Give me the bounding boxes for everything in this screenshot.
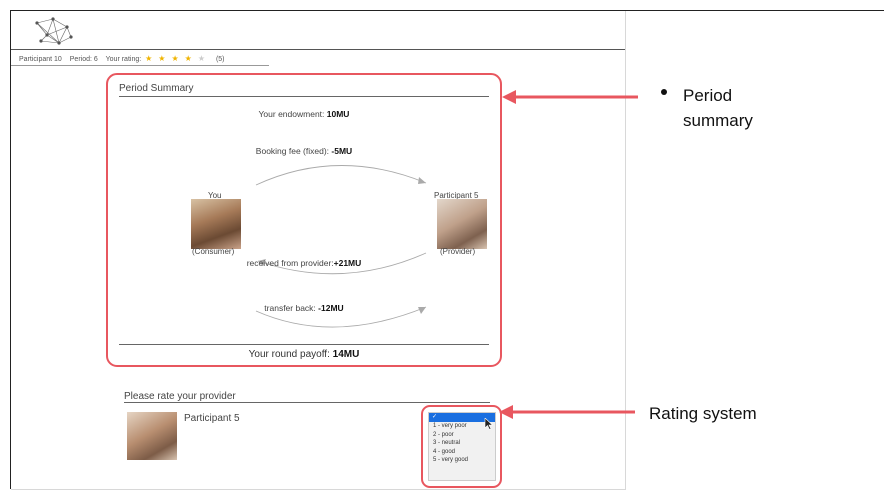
- transfer-line: transfer back: -12MU: [108, 303, 500, 313]
- payoff-divider: [119, 344, 489, 345]
- summary-callout-text: Period summary: [683, 83, 753, 133]
- fee-arrowhead: [418, 177, 426, 184]
- status-bar: Participant 10 Period: 6 Your rating: ★ ★…: [19, 54, 231, 63]
- transfer-label: transfer back:: [264, 303, 316, 313]
- star-icon: ★: [158, 54, 166, 63]
- summary-callout-arrow: [502, 90, 638, 104]
- rating-label: Your rating:: [105, 56, 142, 63]
- star-icon: ★: [171, 54, 179, 63]
- rating-callout-text: Rating system: [649, 404, 757, 423]
- provider-role-label: (Provider): [440, 247, 476, 256]
- consumer-avatar: [191, 199, 241, 249]
- rating-option-4[interactable]: 4 - good: [429, 448, 495, 457]
- provider-avatar: [437, 199, 487, 249]
- period-label: Period: 6: [69, 56, 98, 63]
- participant-label: Participant 10: [19, 56, 62, 63]
- summary-callout-line2: summary: [683, 111, 753, 130]
- status-divider: [11, 65, 269, 66]
- received-label: received from provider:: [246, 258, 334, 268]
- provider-rating-name: Participant 5: [184, 413, 240, 424]
- mouse-cursor-icon: [484, 418, 494, 430]
- bullet-icon: [661, 89, 667, 95]
- rating-callout-arrow: [499, 405, 635, 419]
- header-divider: [11, 49, 625, 50]
- summary-callout-line1: Period: [683, 86, 733, 105]
- network-logo-icon: [35, 17, 73, 45]
- received-value: +21MU: [333, 258, 362, 268]
- period-summary-panel: Period Summary Your endowment: 10MU Book…: [106, 73, 502, 367]
- star-icon: ★: [145, 54, 153, 63]
- star-icon: ★: [197, 54, 205, 63]
- rating-section-divider: [124, 402, 490, 403]
- rating-stars-icon: ★ ★ ★ ★ ★: [145, 54, 211, 63]
- rating-option-5[interactable]: 5 - very good: [429, 456, 495, 465]
- rating-option-3[interactable]: 3 - neutral: [429, 439, 495, 448]
- star-icon: ★: [184, 54, 192, 63]
- transfer-value: -12MU: [318, 303, 344, 313]
- payoff-line: Your round payoff: 14MU: [108, 349, 500, 360]
- provider-rating-avatar: [127, 412, 177, 460]
- payoff-label: Your round payoff:: [248, 349, 330, 360]
- rating-count: (5): [215, 56, 225, 63]
- payoff-value: 14MU: [332, 349, 360, 360]
- rating-section-title: Please rate your provider: [124, 391, 236, 402]
- fee-arrow: [255, 165, 427, 186]
- consumer-role-label: (Consumer): [192, 247, 235, 256]
- rating-option-2[interactable]: 2 - poor: [429, 431, 495, 440]
- received-line: received from provider:+21MU: [108, 258, 500, 268]
